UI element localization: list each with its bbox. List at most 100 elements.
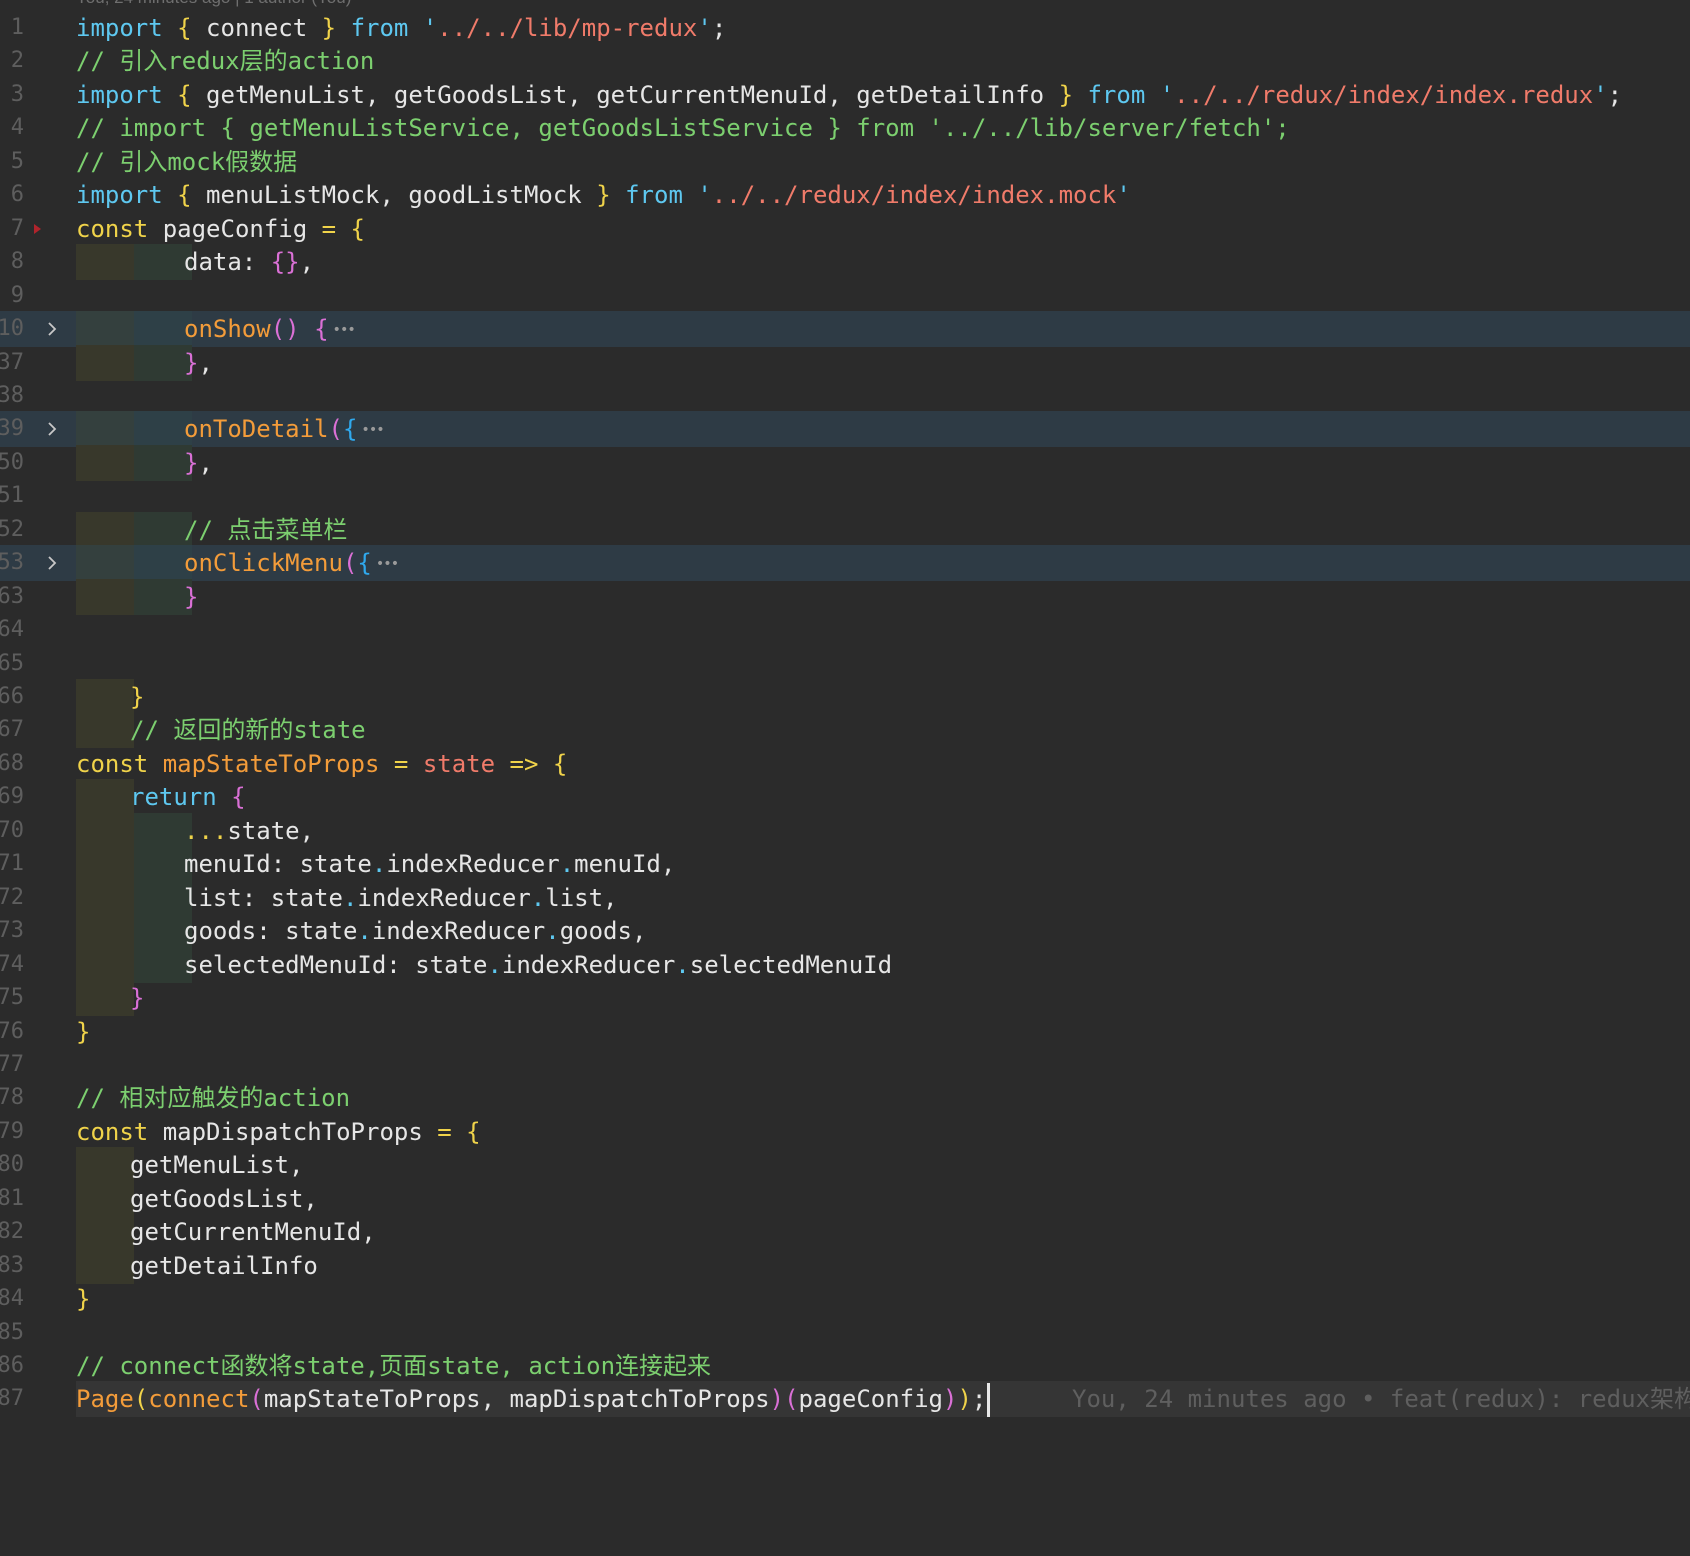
- code-token: (: [328, 415, 343, 444]
- code-line[interactable]: 39 onToDetail({•••: [0, 411, 1690, 448]
- code-text: ...state,: [184, 813, 314, 849]
- code-token: {: [177, 14, 192, 42]
- code-line[interactable]: 79 const mapDispatchToProps = {: [0, 1114, 1690, 1150]
- code-line[interactable]: 81 getGoodsList,: [0, 1180, 1690, 1217]
- code-line[interactable]: 8 data: {},: [0, 244, 1690, 281]
- code-token: ,: [299, 816, 315, 845]
- code-line[interactable]: 10 onShow() {•••: [0, 311, 1690, 348]
- code-line[interactable]: 84}: [0, 1281, 1690, 1317]
- code-line[interactable]: 50},: [0, 444, 1690, 481]
- code-token: pageConfig: [798, 1385, 944, 1414]
- code-line[interactable]: 75}: [0, 980, 1690, 1017]
- code-line[interactable]: 53 onClickMenu({•••: [0, 545, 1690, 582]
- code-line[interactable]: 78 // 相对应触发的action: [0, 1080, 1690, 1116]
- code-token: .: [559, 850, 575, 879]
- code-line[interactable]: 52 // 点击菜单栏: [0, 511, 1690, 548]
- code-line[interactable]: 72 list: state.indexReducer.list,: [0, 879, 1690, 916]
- code-text: Page(connect(mapStateToProps, mapDispatc…: [76, 1381, 991, 1418]
- folded-ellipsis-icon[interactable]: •••: [376, 546, 399, 582]
- line-number: 71: [0, 851, 24, 877]
- code-line[interactable]: 9: [0, 278, 1690, 314]
- line-number: 80: [0, 1152, 24, 1178]
- code-line[interactable]: 37},: [0, 344, 1690, 381]
- line-number: 4: [10, 115, 24, 141]
- code-text: // 引入redux层的action: [76, 43, 374, 79]
- code-token: =: [437, 1117, 452, 1146]
- code-line[interactable]: 3 import { getMenuList, getGoodsList, get…: [0, 77, 1690, 113]
- indent-guide: [76, 679, 134, 715]
- code-token: ...: [184, 816, 228, 845]
- fold-chevron-right-icon[interactable]: [44, 421, 60, 437]
- indent-guide: [76, 1247, 134, 1284]
- code-line[interactable]: 51: [0, 478, 1690, 514]
- code-line[interactable]: 4 // import { getMenuListService, getGood…: [0, 110, 1690, 146]
- code-line[interactable]: 7 const pageConfig = {: [0, 211, 1690, 247]
- folded-ellipsis-icon[interactable]: •••: [333, 312, 356, 348]
- code-token: const: [76, 749, 149, 778]
- code-line[interactable]: 69 return {: [0, 779, 1690, 816]
- indent-guide: [76, 779, 134, 816]
- code-line[interactable]: 73 goods: state.indexReducer.goods,: [0, 913, 1690, 950]
- code-token: ': [422, 14, 438, 42]
- code-text: return {: [130, 779, 246, 815]
- code-line[interactable]: 76}: [0, 1014, 1690, 1050]
- code-line[interactable]: 85: [0, 1315, 1690, 1351]
- code-text: onClickMenu({•••: [184, 545, 399, 582]
- code-line[interactable]: 71 menuId: state.indexReducer.menuId,: [0, 846, 1690, 883]
- fold-chevron-right-icon[interactable]: [44, 321, 60, 337]
- code-line[interactable]: 1 import { connect } from '../../lib/mp-r…: [0, 10, 1690, 46]
- code-token: (): [270, 315, 300, 344]
- code-line[interactable]: 74 selectedMenuId: state.indexReducer.sel…: [0, 946, 1690, 983]
- code-line[interactable]: 66}: [0, 679, 1690, 715]
- indent-guide: [76, 545, 134, 582]
- code-line[interactable]: 2 // 引入redux层的action: [0, 43, 1690, 79]
- code-line[interactable]: 5 // 引入mock假数据: [0, 144, 1690, 180]
- line-number: 73: [0, 918, 24, 944]
- code-line[interactable]: 82 getCurrentMenuId,: [0, 1214, 1690, 1251]
- code-line[interactable]: 38: [0, 378, 1690, 414]
- code-token: from: [1087, 80, 1146, 109]
- code-line[interactable]: 6 import { menuListMock, goodListMock } f…: [0, 177, 1690, 213]
- code-token: {: [177, 181, 192, 210]
- line-number: 77: [0, 1051, 24, 1077]
- code-token: state: [415, 950, 488, 979]
- code-token: import: [76, 80, 163, 109]
- code-token: connect: [191, 14, 322, 42]
- code-text: getMenuList,: [130, 1147, 303, 1183]
- code-token: connect: [148, 1385, 250, 1414]
- folded-ellipsis-icon[interactable]: •••: [361, 412, 384, 448]
- code-line[interactable]: 65: [0, 646, 1690, 682]
- code-line[interactable]: 83 getDetailInfo: [0, 1247, 1690, 1284]
- line-number: 10: [0, 316, 24, 342]
- code-line[interactable]: 63}: [0, 578, 1690, 615]
- code-line[interactable]: 77: [0, 1047, 1690, 1083]
- code-text: // 相对应触发的action: [76, 1080, 350, 1116]
- code-token: // 点击菜单栏: [184, 515, 348, 544]
- code-token: ;: [711, 14, 727, 42]
- line-number: 52: [0, 516, 24, 542]
- line-number: 81: [0, 1185, 24, 1211]
- code-line[interactable]: 80 getMenuList,: [0, 1147, 1690, 1184]
- codelens-author[interactable]: You, 24 minutes ago | 1 author (You): [76, 0, 351, 8]
- code-token: const: [76, 1117, 149, 1146]
- indent-guide: [76, 344, 134, 381]
- code-token: from: [625, 181, 683, 210]
- line-number: 86: [0, 1353, 24, 1378]
- fold-chevron-right-icon[interactable]: [44, 555, 60, 571]
- indent-guide: [76, 511, 134, 548]
- code-token: indexReducer: [386, 850, 560, 879]
- code-text: onShow() {•••: [184, 311, 356, 348]
- code-line[interactable]: 68 const mapStateToProps = state => {: [0, 746, 1690, 782]
- code-token: }: [1058, 80, 1074, 109]
- code-line[interactable]: 70 ...state,: [0, 812, 1690, 849]
- code-token: indexReducer: [357, 883, 531, 912]
- code-editor[interactable]: You, 24 minutes ago | 1 author (You) 1 im…: [0, 0, 1690, 1556]
- line-number: 67: [0, 717, 24, 743]
- code-token: ;: [971, 1385, 987, 1414]
- code-line[interactable]: 64: [0, 612, 1690, 648]
- code-line[interactable]: 67 // 返回的新的state: [0, 712, 1690, 749]
- code-text: },: [184, 445, 213, 481]
- code-line[interactable]: 87 Page(connect(mapStateToProps, mapDispa…: [0, 1381, 1690, 1418]
- code-line[interactable]: 86 // connect函数将state,页面state, action连接起来: [0, 1348, 1690, 1384]
